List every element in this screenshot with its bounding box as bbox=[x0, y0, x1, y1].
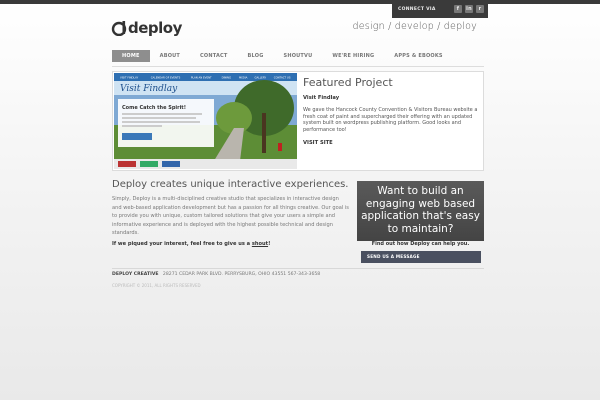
featured-project: VISIT FINDLAY CALENDAR OF EVENTS PLAN AN E… bbox=[112, 71, 484, 171]
featured-title: Featured Project bbox=[303, 76, 393, 89]
site-nav-item: CALENDAR OF EVENTS bbox=[151, 76, 181, 80]
social-icons: f in r bbox=[454, 5, 488, 13]
nav-shoutvu[interactable]: SHOUTVU bbox=[274, 50, 323, 62]
cta-line: If we piqued your interest, feel free to… bbox=[112, 241, 270, 247]
copyright: COPYRIGHT © 2011, ALL RIGHTS RESERVED bbox=[112, 283, 201, 288]
main-headline: Deploy creates unique interactive experi… bbox=[112, 179, 349, 190]
cta-prefix: If we piqued your interest, feel free to… bbox=[112, 241, 252, 247]
footer-company: DEPLOY CREATIVE bbox=[112, 272, 159, 277]
nav-contact[interactable]: CONTACT bbox=[190, 50, 237, 62]
nav-hiring[interactable]: WE'RE HIRING bbox=[322, 50, 384, 62]
nav-blog[interactable]: BLOG bbox=[238, 50, 274, 62]
tagline: design / develop / deploy bbox=[352, 21, 477, 32]
project-screenshot-image: VISIT FINDLAY CALENDAR OF EVENTS PLAN AN E… bbox=[114, 73, 297, 169]
footer-address-text: 28271 CEDAR PARK BLVD. PERRYSBURG, OHIO … bbox=[162, 272, 321, 277]
logo-text: deploy bbox=[128, 19, 182, 37]
promo-box: Want to build an engaging web based appl… bbox=[357, 181, 484, 241]
rss-icon[interactable]: r bbox=[476, 5, 484, 13]
site-nav-item: CONTACT US bbox=[274, 76, 291, 80]
site-nav-item: MEDIA bbox=[239, 76, 248, 80]
site-nav-item: DINING bbox=[222, 76, 231, 80]
linkedin-icon[interactable]: in bbox=[465, 5, 473, 13]
facebook-icon[interactable]: f bbox=[454, 5, 462, 13]
nav-home[interactable]: HOME bbox=[112, 50, 150, 62]
promo-subtext: Find out how Deploy can help you. bbox=[371, 241, 470, 247]
site-heading-text: Come Catch the Spirit! bbox=[122, 105, 186, 111]
project-description: We gave the Hancock County Convention & … bbox=[303, 107, 478, 133]
cta-suffix: ! bbox=[268, 241, 271, 247]
site-nav-item: PLAN AN EVENT bbox=[191, 76, 212, 80]
footer-address: DEPLOY CREATIVE 28271 CEDAR PARK BLVD. P… bbox=[112, 272, 320, 277]
main-nav: HOME ABOUT CONTACT BLOG SHOUTVU WE'RE HIRING A… bbox=[112, 50, 453, 62]
site-logo-text: Visit Findlay bbox=[120, 84, 178, 94]
nav-divider bbox=[112, 66, 484, 67]
logo-mark-icon bbox=[111, 21, 127, 36]
site-nav-item: VISIT FINDLAY bbox=[120, 76, 139, 80]
logo[interactable]: deploy bbox=[111, 19, 182, 37]
footer-divider bbox=[112, 268, 484, 269]
send-message-button[interactable]: SEND US A MESSAGE bbox=[361, 251, 481, 263]
top-bar bbox=[0, 0, 600, 4]
shout-link[interactable]: shout bbox=[252, 241, 268, 247]
nav-apps-ebooks[interactable]: APPS & EBOOKS bbox=[384, 50, 452, 62]
site-nav-item: GALLERY bbox=[255, 76, 267, 80]
nav-about[interactable]: ABOUT bbox=[150, 50, 190, 62]
project-name: Visit Findlay bbox=[303, 95, 340, 101]
connect-label: CONNECT VIA bbox=[398, 6, 436, 12]
intro-text: Simply, Deploy is a multi-disciplined cr… bbox=[112, 196, 349, 236]
visit-site-link[interactable]: VISIT SITE bbox=[303, 140, 333, 146]
project-screenshot[interactable]: VISIT FINDLAY CALENDAR OF EVENTS PLAN AN E… bbox=[114, 73, 297, 169]
connect-bar: CONNECT VIA f in r bbox=[392, 0, 488, 18]
